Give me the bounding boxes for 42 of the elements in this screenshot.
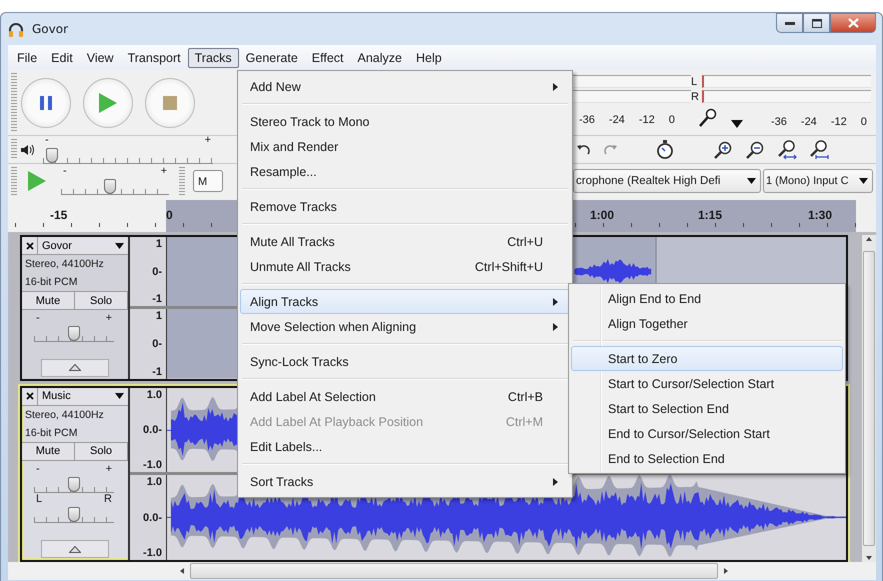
track-sample-format: 16-bit PCM	[24, 426, 79, 441]
timeline-label: -15	[50, 208, 68, 222]
amplitude-label: -1	[152, 366, 162, 378]
slider-label: R	[104, 492, 112, 505]
amplitude-label: -1.0	[143, 459, 162, 472]
slider-label: -	[63, 165, 67, 177]
amplitude-label: 1.0	[146, 388, 162, 401]
amplitude-label: 0-	[152, 338, 162, 350]
channel-label: L	[691, 76, 698, 88]
timeline-label: 0	[166, 208, 173, 222]
meter-scale-label: -24	[800, 116, 817, 128]
timeline-label: 1:15	[698, 208, 722, 222]
timeline-label: 1:30	[808, 208, 832, 222]
amplitude-label: 1	[156, 238, 162, 250]
slider-label: -	[45, 134, 49, 146]
amplitude-label: 0.0-	[143, 512, 162, 524]
amplitude-label: 1	[156, 310, 162, 322]
slider-label: +	[204, 134, 211, 146]
amplitude-label: -1	[152, 293, 162, 306]
amplitude-label: -1.0	[143, 547, 162, 560]
meter-scale-label: -36	[579, 114, 595, 126]
track-sample-format: 16-bit PCM	[24, 275, 79, 290]
meter-scale-label: -24	[608, 114, 625, 126]
amplitude-label: 0-	[152, 266, 162, 278]
slider-label: +	[106, 312, 112, 324]
track-format: Stereo, 44100Hz	[24, 408, 105, 423]
channel-label: R	[691, 90, 699, 102]
slider-label: -	[36, 312, 40, 324]
meter-scale-label: -12	[638, 114, 655, 126]
amplitude-label: 0.0-	[143, 424, 162, 436]
track-format: Stereo, 44100Hz	[24, 257, 105, 272]
slider-label: -	[36, 462, 40, 475]
meter-scale-label: -36	[771, 116, 787, 128]
amplitude-label: 1.0	[146, 476, 162, 488]
slider-label: +	[160, 165, 167, 177]
meter-scale-label: 0	[668, 114, 675, 126]
meter-scale-label: -12	[830, 116, 847, 128]
timeline-label: 1:00	[590, 208, 614, 222]
meter-scale-label: 0	[860, 116, 867, 128]
slider-label: +	[106, 462, 112, 475]
slider-label: L	[36, 492, 42, 505]
window-title: Govor	[32, 22, 68, 36]
